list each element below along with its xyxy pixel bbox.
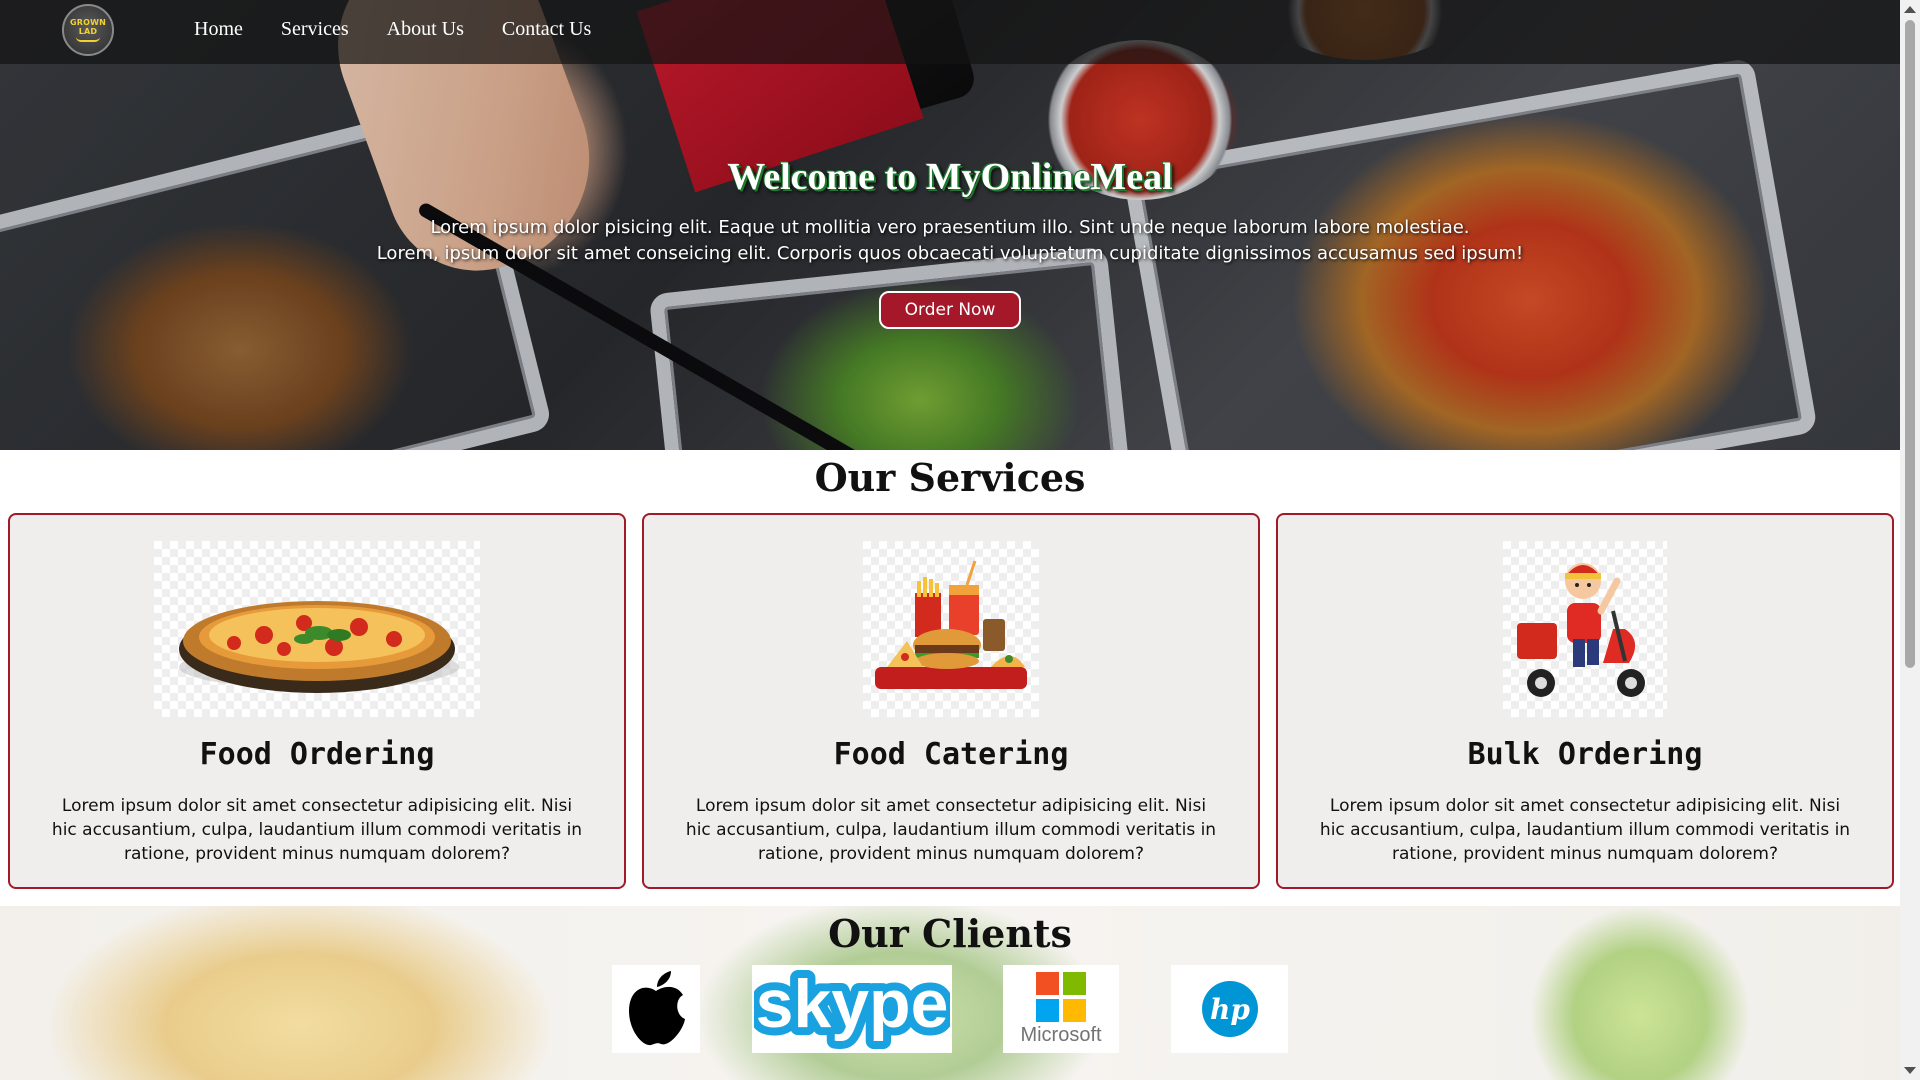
scroll-thumb[interactable] — [1905, 20, 1915, 668]
microsoft-wordmark: Microsoft — [1020, 1023, 1102, 1046]
service-title: Food Catering — [833, 737, 1069, 772]
hero-section: Welcome to MyOnlineMeal Lorem ipsum dolo… — [0, 0, 1900, 450]
skype-wordmark-fill: skype — [756, 967, 949, 1042]
service-card-bulk-ordering: Bulk Ordering Lorem ipsum dolor sit amet… — [1276, 513, 1894, 889]
fast-food-icon — [875, 560, 1027, 689]
hp-icon: hp — [1201, 981, 1258, 1037]
scroll-down-arrow-icon[interactable] — [1904, 1067, 1916, 1074]
clients-heading: Our Clients — [828, 911, 1072, 956]
pizza-icon — [179, 601, 459, 693]
client-logo-microsoft[interactable]: Microsoft — [1003, 965, 1119, 1053]
clients-section: Our Clients skype skype Microsoft hp — [0, 906, 1900, 1080]
logo-smile-icon — [76, 37, 100, 42]
client-logos: skype skype Microsoft hp — [0, 965, 1900, 1055]
hp-wordmark: hp — [1210, 993, 1250, 1026]
delivery-scooter-icon — [1517, 563, 1645, 697]
nav-links: Home Services About Us Contact Us — [194, 18, 591, 41]
nav-link-about-us[interactable]: About Us — [387, 18, 464, 41]
services-heading: Our Services — [814, 455, 1086, 500]
hero-description: Lorem ipsum dolor pisicing elit. Eaque u… — [0, 215, 1900, 267]
pizza-image — [154, 541, 480, 717]
scroll-up-arrow-icon[interactable] — [1904, 6, 1916, 13]
client-logo-hp[interactable]: hp — [1171, 965, 1288, 1053]
nav-link-services[interactable]: Services — [281, 18, 349, 41]
navbar: GROWN LAD Home Services About Us Contact… — [0, 0, 1900, 64]
logo-text-1: GROWN — [69, 18, 107, 27]
service-card-food-catering: Food Catering Lorem ipsum dolor sit amet… — [642, 513, 1260, 889]
microsoft-icon — [1036, 971, 1086, 1022]
client-logo-apple[interactable] — [612, 965, 700, 1053]
hero-line-1: Lorem ipsum dolor pisicing elit. Eaque u… — [430, 217, 1470, 238]
apple-icon — [629, 971, 685, 1046]
brand-logo[interactable]: GROWN LAD — [62, 4, 114, 56]
service-title: Food Ordering — [199, 737, 435, 772]
nav-link-home[interactable]: Home — [194, 18, 243, 41]
service-title: Bulk Ordering — [1467, 737, 1703, 772]
logo-text-2: LAD — [78, 27, 98, 36]
order-now-button[interactable]: Order Now — [878, 291, 1022, 329]
page-scrollbar[interactable] — [1900, 0, 1920, 1080]
skype-icon: skype skype — [754, 967, 950, 1050]
service-description: Lorem ipsum dolor sit amet consectetur a… — [51, 796, 583, 864]
service-description: Lorem ipsum dolor sit amet consectetur a… — [1319, 796, 1851, 864]
nav-link-contact-us[interactable]: Contact Us — [502, 18, 591, 41]
client-logo-skype[interactable]: skype skype — [752, 965, 952, 1053]
delivery-image — [1503, 541, 1667, 717]
services-cards: Food Ordering Lorem ipsum dolor sit amet… — [8, 513, 1894, 889]
hero-title: Welcome to MyOnlineMeal — [727, 156, 1173, 198]
service-description: Lorem ipsum dolor sit amet consectetur a… — [685, 796, 1217, 864]
hero-content: Welcome to MyOnlineMeal Lorem ipsum dolo… — [0, 155, 1900, 329]
catering-image — [863, 541, 1039, 717]
hero-line-2: Lorem, ipsum dolor sit amet conseicing e… — [376, 243, 1524, 264]
service-card-food-ordering: Food Ordering Lorem ipsum dolor sit amet… — [8, 513, 626, 889]
